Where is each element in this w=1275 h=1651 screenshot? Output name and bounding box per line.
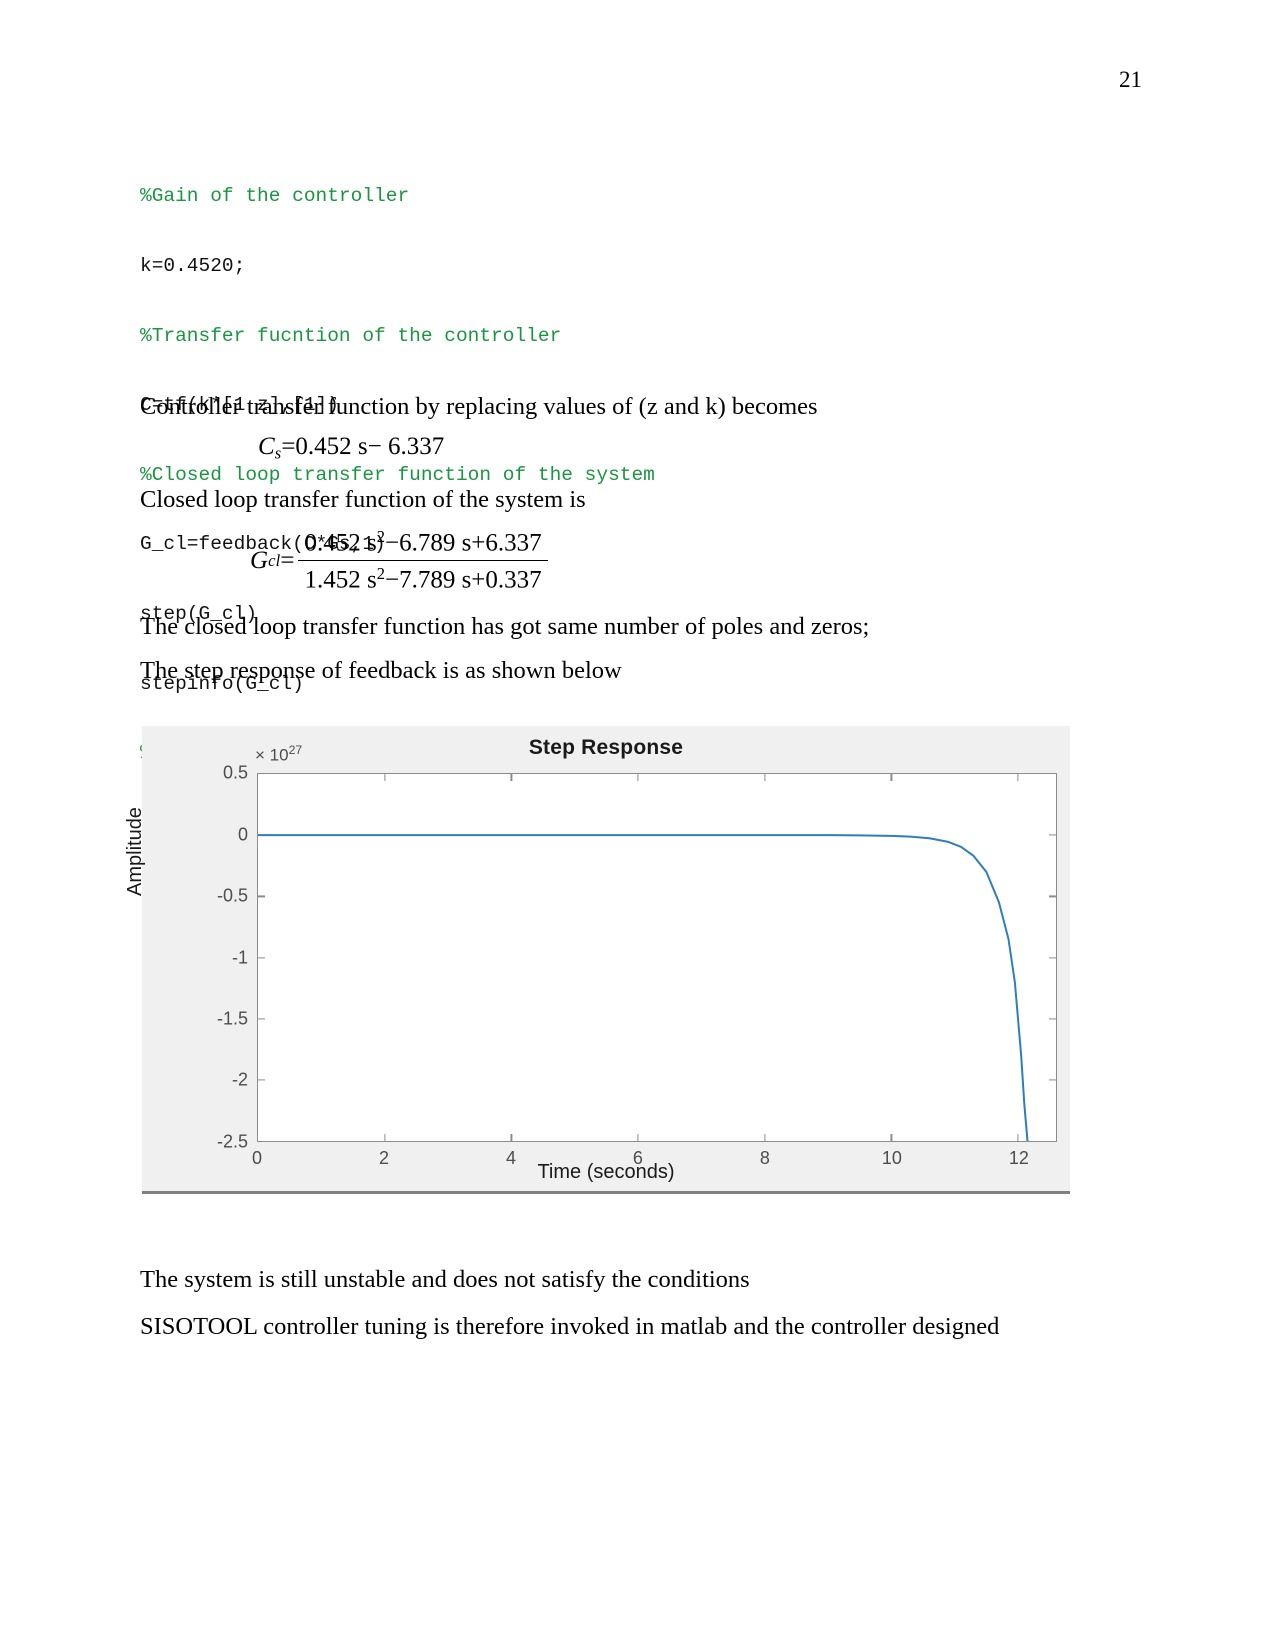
y-tick-label: -0.5 (216, 885, 248, 906)
y-axis-exponent-label: × 1027 (255, 743, 302, 766)
x-tick-label: 6 (632, 1148, 643, 1168)
equation-controller-cs: Cs=0.452 s− 6.337 (258, 433, 444, 464)
paragraph-sisotool: SISOTOOL controller tuning is therefore … (140, 1313, 1000, 1340)
exponent-power: 27 (288, 743, 303, 757)
y-tick-label: -2 (231, 1069, 248, 1090)
x-tick-label: 4 (505, 1148, 516, 1168)
equation-rhs: 0.452 s− 6.337 (295, 433, 445, 460)
code-line: %Transfer fucntion of the controller (140, 324, 562, 347)
paragraph-controller-tf: Controller transfer function by replacin… (140, 393, 818, 420)
x-tick-label: 12 (1008, 1148, 1029, 1168)
x-tick-label: 2 (378, 1148, 389, 1168)
x-tick-label: 0 (251, 1148, 263, 1168)
numerator-term-b: −6.789 s+6.337 (384, 529, 542, 557)
step-response-curve (258, 774, 1056, 1141)
denominator-term-a: 1.452 s (304, 566, 377, 594)
y-tick-label: -1 (231, 947, 248, 967)
equation-equals: = (280, 546, 295, 574)
denominator-term-b: −7.789 s+0.337 (384, 566, 542, 594)
equation-lhs-subscript: cl (268, 550, 281, 570)
y-tick-label: 0.5 (222, 762, 248, 783)
step-response-figure: Step Response × 1027 Amplitude Time (sec… (124, 726, 1070, 1192)
document-page: 21 %Gain of the controller k=0.4520; %Tr… (0, 0, 1275, 1651)
x-tick-label: 10 (881, 1148, 902, 1168)
y-tick-label: 0 (237, 824, 248, 844)
paragraph-step-response-intro: The step response of feedback is as show… (140, 657, 622, 684)
x-tick-label: 8 (759, 1148, 770, 1168)
figure-bottom-rule (142, 1191, 1070, 1194)
equation-lhs-variable: C (258, 433, 275, 460)
x-tick-label-group: 0 2 4 6 8 10 12 (252, 1148, 1057, 1172)
paragraph-system-unstable: The system is still unstable and does no… (140, 1266, 750, 1293)
numerator-term-a: 0.452 s (304, 529, 377, 557)
code-line: %Closed loop transfer function of the sy… (140, 463, 655, 486)
code-line: %Gain of the controller (140, 185, 410, 208)
numerator-exponent: 2 (376, 527, 385, 546)
paragraph-poles-zeros: The closed loop transfer function has go… (140, 613, 870, 640)
page-number: 21 (1119, 67, 1142, 92)
exponent-prefix: × 10 (255, 745, 289, 765)
fraction-numerator: 0.452 s2−6.789 s+6.337 (298, 527, 547, 560)
denominator-exponent: 2 (376, 564, 385, 584)
y-tick-label: -2.5 (216, 1131, 248, 1152)
code-line: k=0.4520; (140, 255, 246, 278)
paragraph-closed-loop-tf: Closed loop transfer function of the sys… (140, 486, 586, 513)
y-tick-label: -1.5 (216, 1008, 248, 1029)
equation-fraction: 0.452 s2−6.789 s+6.337 1.452 s2−7.789 s+… (298, 527, 548, 595)
equation-closed-loop-gcl: Gcl = 0.452 s2−6.789 s+6.337 1.452 s2−7.7… (250, 527, 548, 595)
fraction-denominator: 1.452 s2−7.789 s+0.337 (298, 561, 547, 595)
plot-area (257, 773, 1057, 1142)
y-axis-label: Amplitude (124, 807, 146, 896)
matlab-code-block: %Gain of the controller k=0.4520; %Trans… (140, 139, 1000, 812)
y-tick-label-group: 0.5 0 -0.5 -1 -1.5 -2 -2.5 (182, 763, 248, 1152)
equation-lhs-variable: G (250, 546, 269, 574)
equation-equals: = (281, 433, 296, 460)
